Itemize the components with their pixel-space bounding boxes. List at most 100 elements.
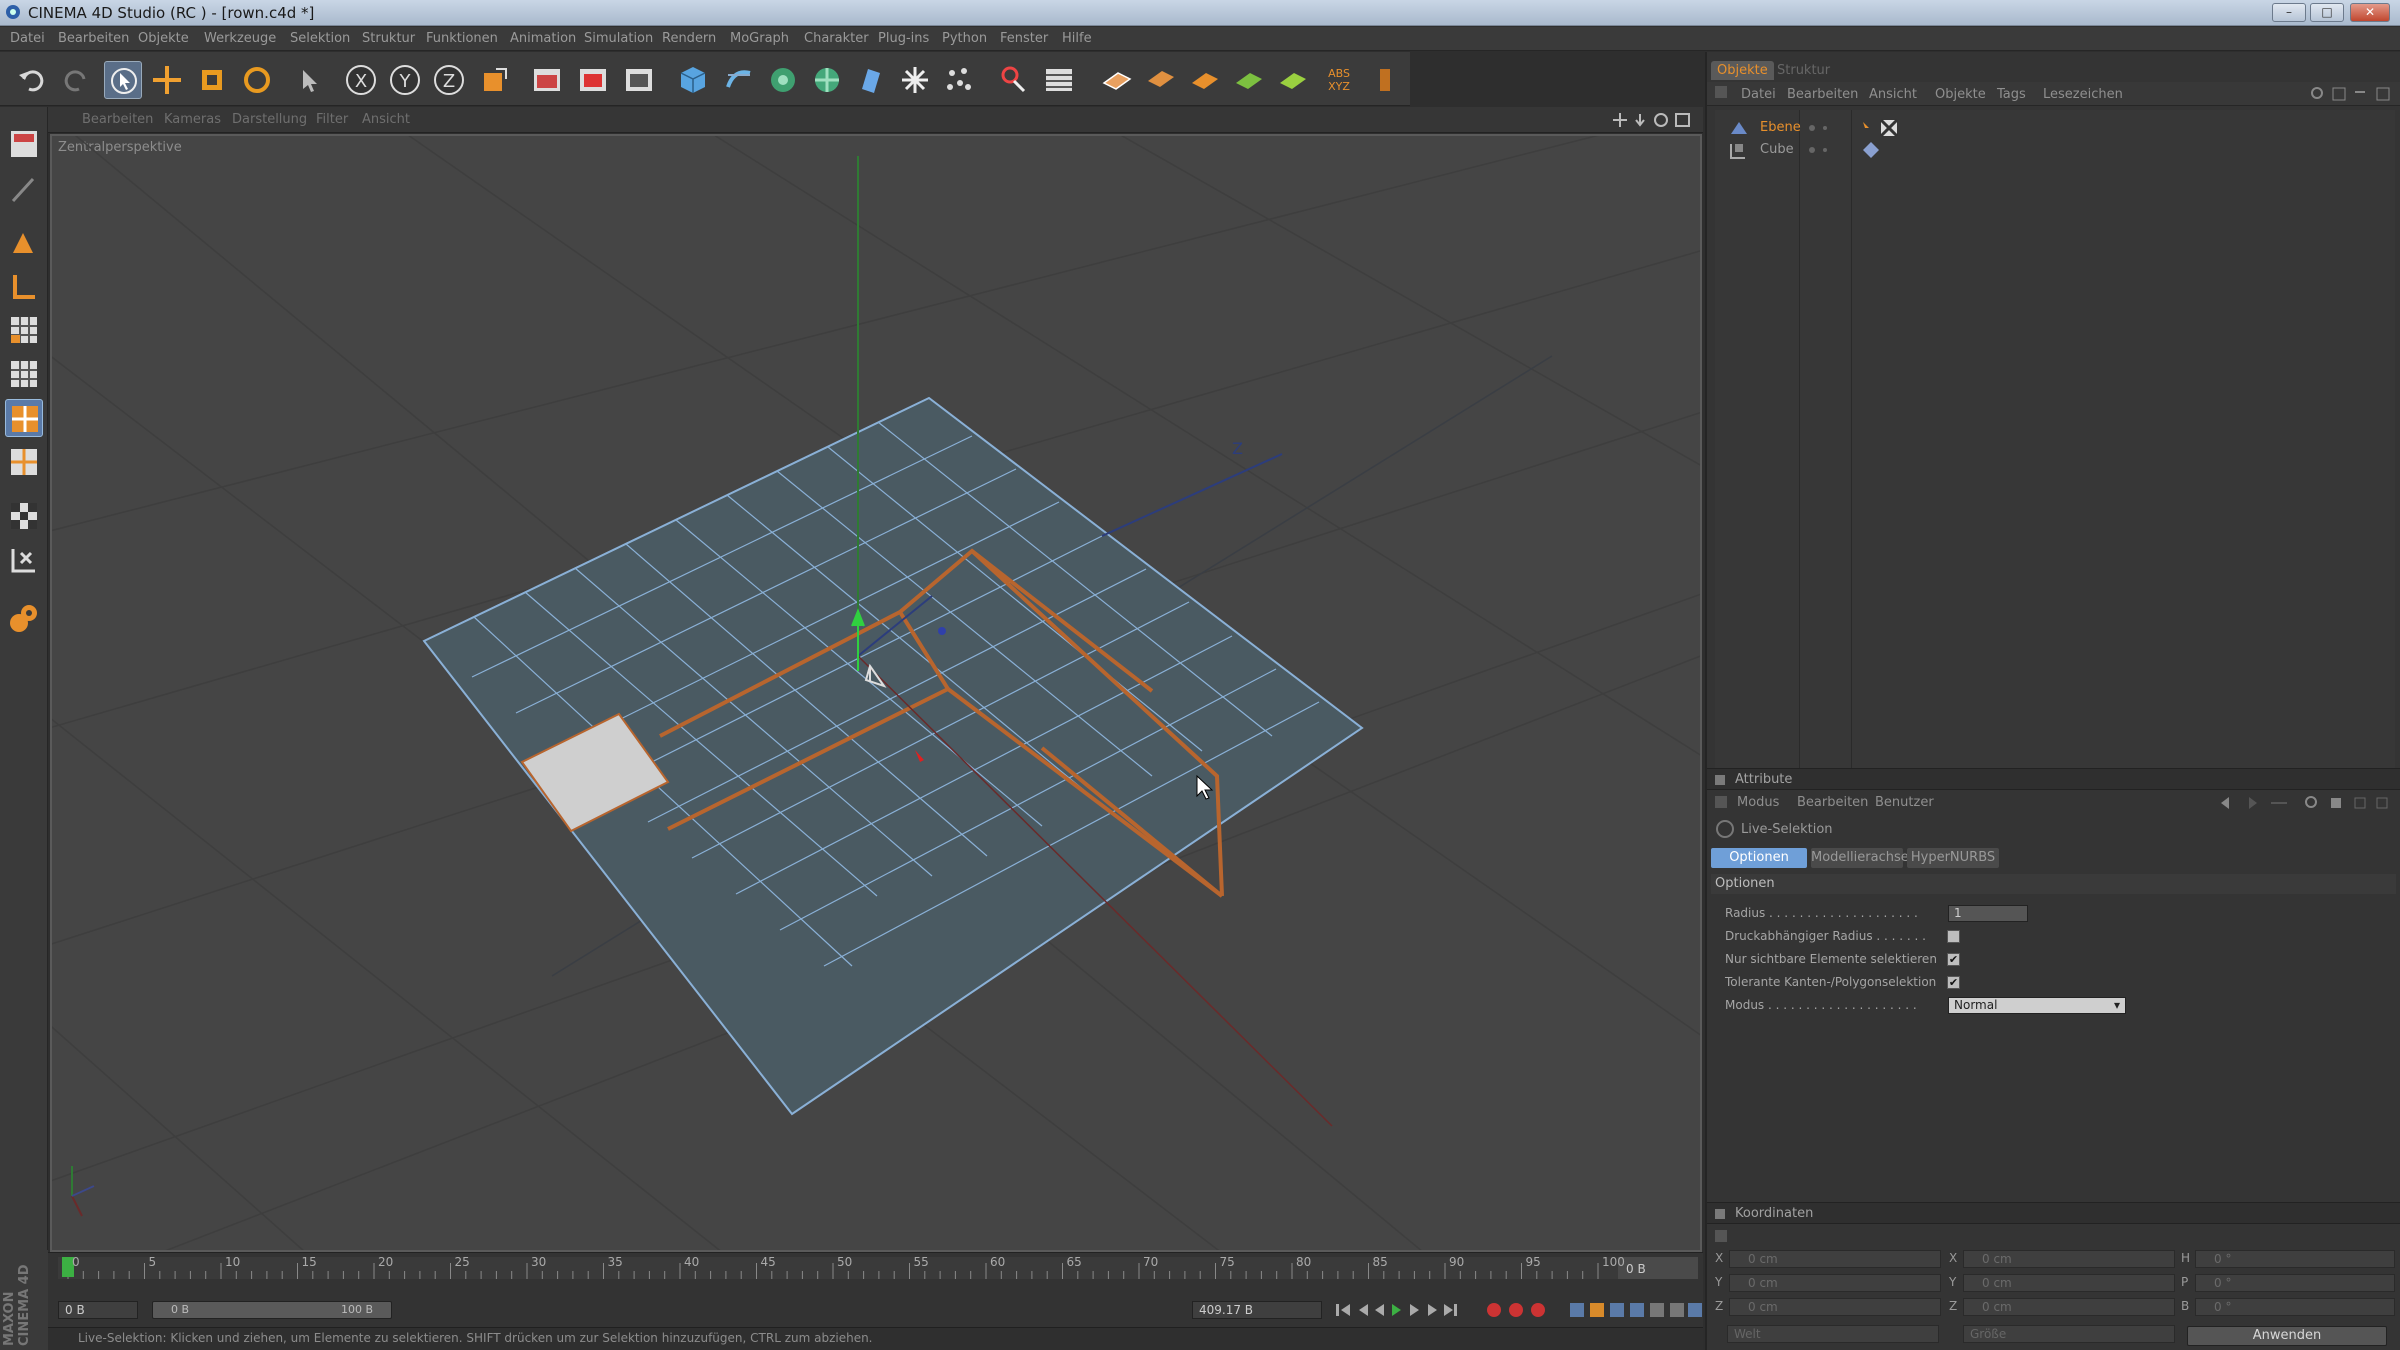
menu-werkzeuge[interactable]: Werkzeuge: [204, 31, 276, 46]
start-frame-field[interactable]: 0 B: [58, 1301, 138, 1319]
visible-only-checkbox[interactable]: ✔: [1947, 953, 1960, 966]
object-axis-icon[interactable]: [5, 223, 43, 261]
menu-python[interactable]: Python: [942, 31, 987, 46]
snapping-icon[interactable]: [5, 599, 43, 637]
object-list[interactable]: Ebene Cube: [1715, 110, 2395, 810]
radius-field[interactable]: 1: [1948, 905, 2028, 922]
modus-dropdown[interactable]: Normal ▾: [1948, 997, 2126, 1014]
playback-controls[interactable]: [1332, 1299, 1703, 1321]
vp-menu-darstellung[interactable]: Darstellung: [232, 112, 307, 127]
polygon-tool-icon[interactable]: [1098, 61, 1136, 99]
point-tool-icon[interactable]: [1186, 61, 1224, 99]
menu-fenster[interactable]: Fenster: [1000, 31, 1048, 46]
menu-hilfe[interactable]: Hilfe: [1062, 31, 1092, 46]
viewport-layout-icon[interactable]: [5, 125, 43, 163]
scale-icon[interactable]: [193, 61, 231, 99]
size-x-field[interactable]: 0 cm: [1963, 1250, 2175, 1268]
move-icon[interactable]: [148, 61, 186, 99]
texture-tool-icon[interactable]: [1274, 61, 1312, 99]
edge-mode-icon[interactable]: [5, 443, 43, 481]
close-button[interactable]: ✕: [2350, 3, 2390, 22]
deformer-icon[interactable]: [852, 61, 890, 99]
pos-y-field[interactable]: 0 cm: [1729, 1274, 1941, 1292]
render-settings-icon[interactable]: [620, 61, 658, 99]
nurbs-icon[interactable]: [720, 61, 758, 99]
undo-icon[interactable]: [14, 61, 52, 99]
attr-menu-modus[interactable]: Modus: [1737, 795, 1779, 810]
om-toolbar-icons[interactable]: [2307, 85, 2397, 103]
render-picture-viewer-icon[interactable]: [574, 61, 612, 99]
vp-menu-filter[interactable]: Filter: [316, 112, 348, 127]
menu-mograph[interactable]: MoGraph: [730, 31, 789, 46]
menu-rendern[interactable]: Rendern: [662, 31, 716, 46]
object-name[interactable]: Ebene: [1760, 120, 1801, 135]
size-z-field[interactable]: 0 cm: [1963, 1298, 2175, 1316]
render-view-icon[interactable]: [528, 61, 566, 99]
om-menu-datei[interactable]: Datei: [1741, 87, 1776, 102]
tolerant-selection-checkbox[interactable]: ✔: [1947, 976, 1960, 989]
live-selection-icon[interactable]: [104, 61, 142, 99]
menu-struktur[interactable]: Struktur: [362, 31, 415, 46]
visibility-dots-icon[interactable]: [1807, 143, 1837, 157]
menu-charakter[interactable]: Charakter: [804, 31, 869, 46]
select-icon[interactable]: [290, 61, 328, 99]
cube-icon[interactable]: [674, 61, 712, 99]
model-tool-icon[interactable]: [1230, 61, 1268, 99]
om-menu-lesezeichen[interactable]: Lesezeichen: [2043, 87, 2123, 102]
z-axis-icon[interactable]: Z: [430, 61, 468, 99]
scene-icon[interactable]: [896, 61, 934, 99]
om-menu-objekte[interactable]: Objekte: [1935, 87, 1986, 102]
coord-size-mode-dropdown[interactable]: Größe: [1963, 1325, 2175, 1343]
menu-simulation[interactable]: Simulation: [584, 31, 653, 46]
tab-struktur[interactable]: Struktur: [1771, 61, 1836, 80]
menu-funktionen[interactable]: Funktionen: [426, 31, 498, 46]
redo-icon[interactable]: [56, 61, 94, 99]
rot-h-field[interactable]: 0 °: [2195, 1250, 2395, 1268]
vp-menu-kameras[interactable]: Kameras: [164, 112, 221, 127]
rot-b-field[interactable]: 0 °: [2195, 1298, 2395, 1316]
menu-datei[interactable]: Datei: [10, 31, 45, 46]
om-menu-bearbeiten[interactable]: Bearbeiten: [1787, 87, 1858, 102]
object-row-cube[interactable]: Cube: [1715, 138, 2395, 162]
attr-tab-hypernurbs[interactable]: HyperNURBS: [1907, 848, 1999, 868]
menu-objekte[interactable]: Objekte: [138, 31, 189, 46]
vp-menu-bearbeiten[interactable]: Bearbeiten: [82, 112, 153, 127]
workplane-icon[interactable]: [5, 355, 43, 393]
pressure-radius-checkbox[interactable]: [1947, 930, 1960, 943]
current-frame-field[interactable]: 0 B: [1626, 1262, 1646, 1276]
rotate-icon[interactable]: [238, 61, 276, 99]
axis-tool-icon[interactable]: [5, 267, 43, 305]
object-tags[interactable]: [1861, 118, 1901, 138]
minimize-button[interactable]: –: [2272, 3, 2306, 22]
snap-icon[interactable]: [1366, 61, 1404, 99]
attr-menu-benutzer[interactable]: Benutzer: [1875, 795, 1934, 810]
attr-menu-bearbeiten[interactable]: Bearbeiten: [1797, 795, 1868, 810]
tab-objekte[interactable]: Objekte: [1711, 61, 1774, 80]
maximize-button[interactable]: □: [2310, 3, 2344, 22]
pos-z-field[interactable]: 0 cm: [1729, 1298, 1941, 1316]
attr-nav-icons[interactable]: [2219, 794, 2399, 812]
attr-tab-optionen[interactable]: Optionen: [1711, 848, 1807, 868]
menu-animation[interactable]: Animation: [510, 31, 576, 46]
object-row-ebene[interactable]: Ebene: [1715, 116, 2395, 140]
om-menu-tags[interactable]: Tags: [1997, 87, 2026, 102]
edge-tool-icon[interactable]: [1142, 61, 1180, 99]
abs-xyz-icon[interactable]: ABS XYZ: [1320, 61, 1358, 99]
cloner-icon[interactable]: [808, 61, 846, 99]
apply-button[interactable]: Anwenden: [2187, 1326, 2387, 1346]
coordinate-system-icon[interactable]: [476, 61, 514, 99]
make-editable-icon[interactable]: [5, 171, 43, 209]
particle-icon[interactable]: [940, 61, 978, 99]
tweak-mode-icon[interactable]: [5, 541, 43, 579]
viewport-nav-icons[interactable]: [1612, 111, 1696, 129]
vp-menu-ansicht[interactable]: Ansicht: [362, 112, 410, 127]
object-name[interactable]: Cube: [1760, 142, 1794, 157]
attr-tab-modellierachse[interactable]: Modellierachse: [1811, 848, 1909, 868]
menu-bearbeiten[interactable]: Bearbeiten: [58, 31, 129, 46]
x-axis-icon[interactable]: X: [342, 61, 380, 99]
menu-plugins[interactable]: Plug-ins: [878, 31, 929, 46]
array-icon[interactable]: [764, 61, 802, 99]
rot-p-field[interactable]: 0 °: [2195, 1274, 2395, 1292]
size-y-field[interactable]: 0 cm: [1963, 1274, 2175, 1292]
plane-object[interactable]: [422, 396, 1364, 1116]
